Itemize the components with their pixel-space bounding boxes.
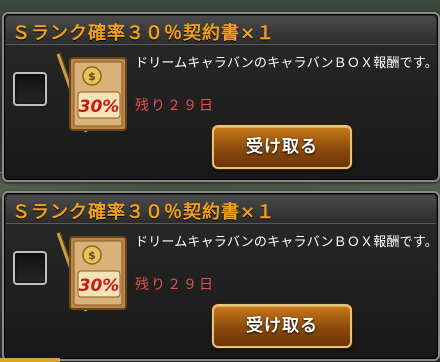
reward-title: Ｓランク確率３０％契約書×１ xyxy=(12,202,276,223)
icon-badge-text: 30% xyxy=(79,97,120,117)
reward-title: Ｓランク確率３０％契約書×１ xyxy=(12,23,276,44)
reward-description: ドリームキャラバンのキャラバンＢＯＸ報酬です。 xyxy=(135,56,438,71)
receive-button[interactable]: 受け取る xyxy=(212,304,352,348)
receive-button[interactable]: 受け取る xyxy=(212,125,352,169)
icon-badge-text: 30% xyxy=(79,276,120,296)
reward-card-header: Ｓランク確率３０％契約書×１ xyxy=(6,195,436,224)
reward-description: ドリームキャラバンのキャラバンＢＯＸ報酬です。 xyxy=(135,235,438,250)
reward-card: Ｓランク確率３０％契約書×１ $ 30% ドリームキャラバンのキャラバンＢＯＸ報… xyxy=(2,191,440,361)
contract-scroll-icon: $ 30% xyxy=(56,231,127,312)
bottom-accent xyxy=(0,358,60,362)
contract-scroll-icon: $ 30% xyxy=(56,52,127,133)
remaining-days: 残り２９日 xyxy=(135,277,215,293)
svg-text:$: $ xyxy=(88,249,96,262)
select-checkbox[interactable] xyxy=(13,251,47,285)
reward-card: Ｓランク確率３０％契約書×１ $ 30% ドリームキャラバンのキャラバンＢＯＸ報… xyxy=(2,12,440,182)
svg-text:$: $ xyxy=(88,70,96,83)
select-checkbox[interactable] xyxy=(13,72,47,106)
reward-card-header: Ｓランク確率３０％契約書×１ xyxy=(6,16,436,45)
remaining-days: 残り２９日 xyxy=(135,98,215,114)
